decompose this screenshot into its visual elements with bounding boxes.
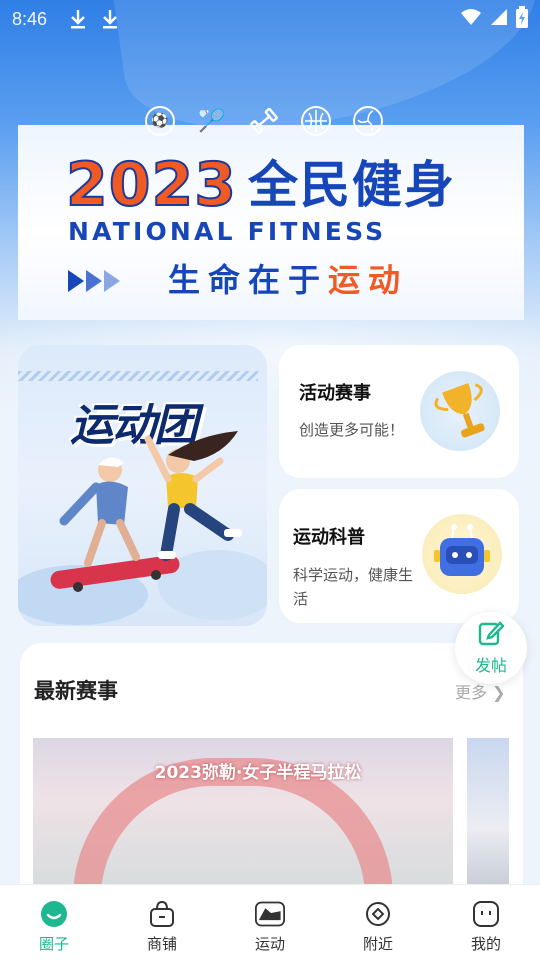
robot-mascot-icon xyxy=(422,514,502,594)
app-screen: 8:46 ⚽ 🏸 2023 全民健身 NATIONAL FITNESS 生命在于… xyxy=(0,0,540,960)
nav-item-nearby[interactable]: 附近 xyxy=(324,885,432,960)
decorative-stripes xyxy=(18,371,258,381)
nav-item-sport[interactable]: 运动 xyxy=(216,885,324,960)
banner-subtitle-en: NATIONAL FITNESS xyxy=(68,217,387,246)
shopping-bag-icon xyxy=(147,899,177,929)
status-time: 8:46 xyxy=(12,8,48,29)
post-button[interactable]: 发帖 xyxy=(455,612,527,684)
status-bar: 8:46 xyxy=(0,0,540,38)
event-image[interactable]: 2023弥勒·女子半程马拉松 xyxy=(33,738,453,888)
activity-events-title: 活动赛事 xyxy=(299,383,371,404)
basketball-icon xyxy=(301,106,331,136)
battery-charging-icon xyxy=(516,5,528,33)
banner-slogan-part1: 生命在于 xyxy=(168,261,329,299)
wifi-icon xyxy=(460,8,482,31)
nav-item-mine[interactable]: 我的 xyxy=(432,885,540,960)
dumbbell-icon xyxy=(249,106,279,136)
sports-science-title: 运动科普 xyxy=(293,527,365,548)
bottom-nav: 圈子 商铺 运动 附近 我的 xyxy=(0,884,540,960)
nav-label-mine: 我的 xyxy=(470,935,501,953)
sneaker-icon xyxy=(255,899,285,929)
nav-item-circle[interactable]: 圈子 xyxy=(0,885,108,960)
edit-icon xyxy=(478,620,505,650)
banner-title: 全民健身 xyxy=(248,156,456,214)
profile-face-icon xyxy=(471,899,501,929)
banner-arrows-icon xyxy=(68,270,120,292)
more-link-label: 更多 xyxy=(455,683,488,702)
activity-events-card[interactable]: 活动赛事 创造更多可能！ xyxy=(279,345,519,478)
sports-science-card[interactable]: 运动科普 科学运动，健康生活 xyxy=(279,489,519,623)
event-image-next[interactable] xyxy=(467,738,509,888)
nav-label-sport: 运动 xyxy=(254,935,285,953)
soccer-ball-icon: ⚽ xyxy=(145,106,175,136)
trophy-icon xyxy=(420,371,500,451)
nav-label-circle: 圈子 xyxy=(38,935,69,953)
chevron-right-icon: ❯ xyxy=(487,683,506,702)
skateboard-people-illustration xyxy=(18,431,267,625)
circle-chat-icon xyxy=(39,899,69,929)
banner-year: 2023 xyxy=(65,149,237,221)
sports-group-card[interactable]: 运动团 xyxy=(18,345,267,626)
post-button-label: 发帖 xyxy=(474,656,507,675)
location-target-icon xyxy=(363,899,393,929)
nav-label-shop: 商铺 xyxy=(146,935,177,953)
status-indicators xyxy=(460,5,528,33)
nav-item-shop[interactable]: 商铺 xyxy=(108,885,216,960)
cellular-signal-icon xyxy=(490,8,508,31)
nav-label-nearby: 附近 xyxy=(362,935,393,953)
event-image-caption: 2023弥勒·女子半程马拉松 xyxy=(154,763,362,783)
sports-science-subtitle: 科学运动，健康生活 xyxy=(293,566,414,608)
banner-slogan-part2: 运动 xyxy=(328,261,409,299)
volleyball-icon xyxy=(353,106,383,136)
banner-slogan: 生命在于运动 xyxy=(168,258,408,302)
sport-icons-row: ⚽ 🏸 xyxy=(145,106,383,136)
latest-events-title: 最新赛事 xyxy=(34,679,118,703)
badminton-icon: 🏸 xyxy=(198,108,226,134)
download-icon xyxy=(101,8,119,30)
download-icon xyxy=(69,8,87,30)
activity-events-subtitle: 创造更多可能！ xyxy=(299,421,405,439)
